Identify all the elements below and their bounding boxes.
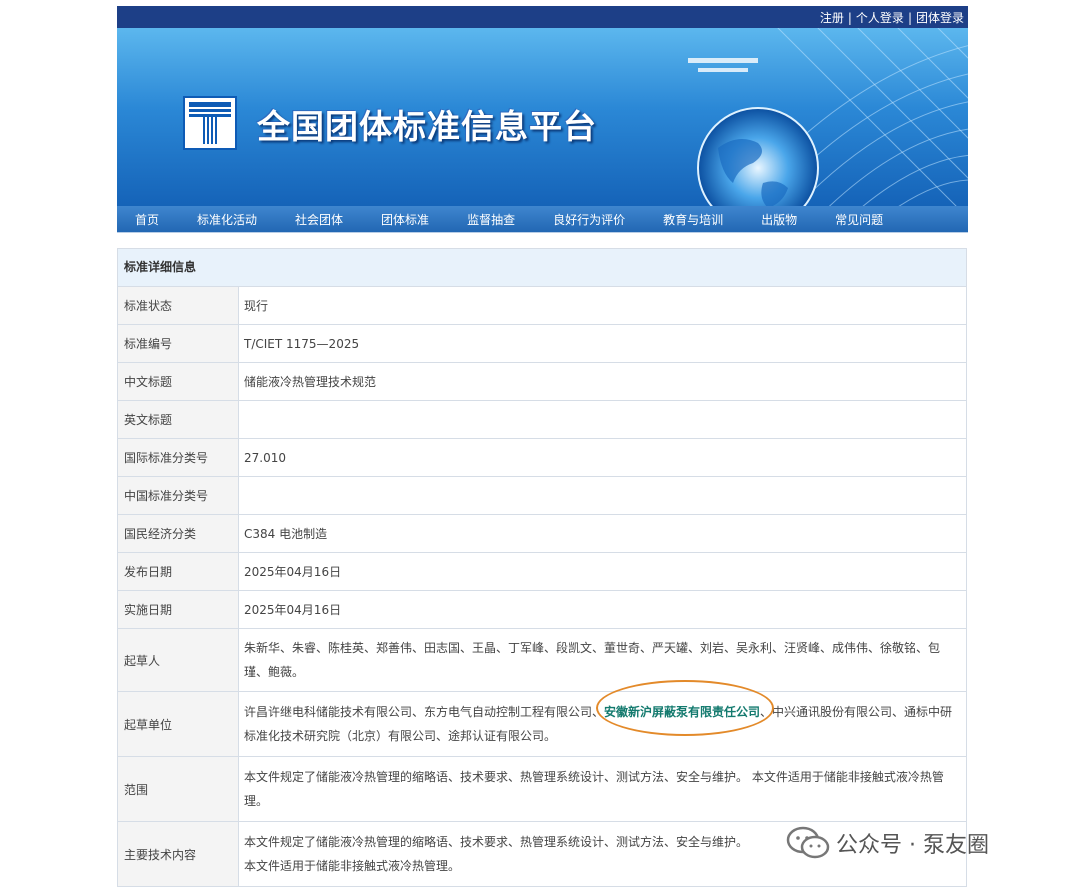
row-label: 中国标准分类号 [118, 477, 239, 514]
row-label: 起草单位 [118, 692, 239, 756]
row-value: T/CIET 1175—2025 [244, 336, 360, 351]
table-row: 标准状态 现行 [118, 287, 966, 325]
drafting-units-line-2: 标准化技术研究院（北京）有限公司、途邦认证有限公司。 [244, 729, 557, 743]
row-value: 现行 [244, 298, 269, 313]
drafters-line-2: 瑾、鲍薇。 [244, 665, 305, 679]
main-content-line-2: 本文件适用于储能非接触式液冷热管理。 [244, 859, 461, 873]
nav-good-practice[interactable]: 良好行为评价 [553, 211, 625, 228]
watermark: 公众号 · 泵友圈 [786, 823, 989, 863]
row-label: 起草人 [118, 629, 239, 691]
drafting-units-line-1: 许昌许继电科储能技术有限公司、东方电气自动控制工程有限公司、安徽新沪屏蔽泵有限责… [244, 700, 952, 724]
row-value: 储能液冷热管理技术规范 [244, 374, 377, 389]
nav-group-standards[interactable]: 团体标准 [381, 211, 429, 228]
row-label: 发布日期 [118, 553, 239, 590]
platform-logo [183, 96, 237, 150]
nav-social-groups[interactable]: 社会团体 [295, 211, 343, 228]
row-value: 2025年04月16日 [244, 564, 342, 579]
row-label: 主要技术内容 [118, 822, 239, 886]
register-link[interactable]: 注册 [820, 11, 844, 25]
scope-line-2: 理。 [244, 794, 269, 808]
table-row: 国民经济分类 C384 电池制造 [118, 515, 966, 553]
row-value [239, 401, 966, 438]
table-row: 国际标准分类号 27.010 [118, 439, 966, 477]
table-row-scope: 范围 本文件规定了储能液冷热管理的缩略语、技术要求、热管理系统设计、测试方法、安… [118, 757, 966, 822]
nav-publications[interactable]: 出版物 [761, 211, 797, 228]
scope-line-1: 本文件规定了储能液冷热管理的缩略语、技术要求、热管理系统设计、测试方法、安全与维… [244, 770, 944, 784]
drafting-units-text-a: 许昌许继电科储能技术有限公司、东方电气自动控制工程有限公司、 [244, 705, 605, 719]
table-row: 英文标题 [118, 401, 966, 439]
site-banner: 全国团体标准信息平台 [117, 28, 968, 206]
row-value: C384 电池制造 [244, 526, 328, 541]
row-value: 2025年04月16日 [244, 602, 342, 617]
standard-detail-table: 标准详细信息 标准状态 现行 标准编号 T/CIET 1175—2025 中文标… [117, 248, 967, 887]
row-label: 英文标题 [118, 401, 239, 438]
table-row-drafters: 起草人 朱新华、朱睿、陈桂英、郑善伟、田志国、王晶、丁军峰、段凯文、董世奇、严天… [118, 629, 966, 692]
scope-value: 本文件规定了储能液冷热管理的缩略语、技术要求、热管理系统设计、测试方法、安全与维… [239, 757, 966, 821]
main-content-line-1: 本文件规定了储能液冷热管理的缩略语、技术要求、热管理系统设计、测试方法、安全与维… [244, 835, 749, 849]
detail-section-title: 标准详细信息 [118, 249, 966, 287]
row-label: 实施日期 [118, 591, 239, 628]
account-links: 注册 | 个人登录 | 团体登录 [819, 11, 964, 25]
nav-education[interactable]: 教育与培训 [663, 211, 723, 228]
row-label: 国际标准分类号 [118, 439, 239, 476]
watermark-text: 公众号 · 泵友圈 [836, 833, 989, 858]
table-row-drafting-units: 起草单位 许昌许继电科储能技术有限公司、东方电气自动控制工程有限公司、安徽新沪屏… [118, 692, 966, 757]
row-label: 范围 [118, 757, 239, 821]
main-nav: 首页 标准化活动 社会团体 团体标准 监督抽查 良好行为评价 教育与培训 出版物… [117, 206, 968, 233]
row-label: 标准状态 [118, 287, 239, 324]
nav-home[interactable]: 首页 [135, 211, 159, 228]
table-row: 发布日期 2025年04月16日 [118, 553, 966, 591]
t-logo-icon [185, 98, 235, 148]
page-header: 注册 | 个人登录 | 团体登录 全国团体标准信息平台 首页 标准化活动 社会团… [117, 0, 968, 233]
site-title: 全国团体标准信息平台 [257, 107, 597, 146]
wechat-icon [786, 826, 830, 859]
row-label: 标准编号 [118, 325, 239, 362]
drafting-units-value: 许昌许继电科储能技术有限公司、东方电气自动控制工程有限公司、安徽新沪屏蔽泵有限责… [239, 692, 966, 756]
nav-faq[interactable]: 常见问题 [835, 211, 883, 228]
table-row: 中文标题 储能液冷热管理技术规范 [118, 363, 966, 401]
table-row: 标准编号 T/CIET 1175—2025 [118, 325, 966, 363]
top-bar: 注册 | 个人登录 | 团体登录 [117, 0, 968, 28]
row-value: 27.010 [244, 450, 286, 465]
nav-standardization-activities[interactable]: 标准化活动 [197, 211, 257, 228]
nav-supervision[interactable]: 监督抽查 [467, 211, 515, 228]
row-label: 中文标题 [118, 363, 239, 400]
group-login-link[interactable]: 团体登录 [916, 11, 964, 25]
table-row: 中国标准分类号 [118, 477, 966, 515]
drafters-line-1: 朱新华、朱睿、陈桂英、郑善伟、田志国、王晶、丁军峰、段凯文、董世奇、严天罐、刘岩… [244, 641, 941, 655]
drafters-value: 朱新华、朱睿、陈桂英、郑善伟、田志国、王晶、丁军峰、段凯文、董世奇、严天罐、刘岩… [239, 629, 966, 691]
row-value [239, 477, 966, 514]
personal-login-link[interactable]: 个人登录 [856, 11, 904, 25]
globe-grid-graphic [688, 28, 968, 206]
highlighted-company: 安徽新沪屏蔽泵有限责任公司 [604, 705, 761, 719]
drafting-units-text-b: 、中兴通讯股份有限公司、通标中研 [760, 705, 953, 719]
table-row: 实施日期 2025年04月16日 [118, 591, 966, 629]
row-label: 国民经济分类 [118, 515, 239, 552]
